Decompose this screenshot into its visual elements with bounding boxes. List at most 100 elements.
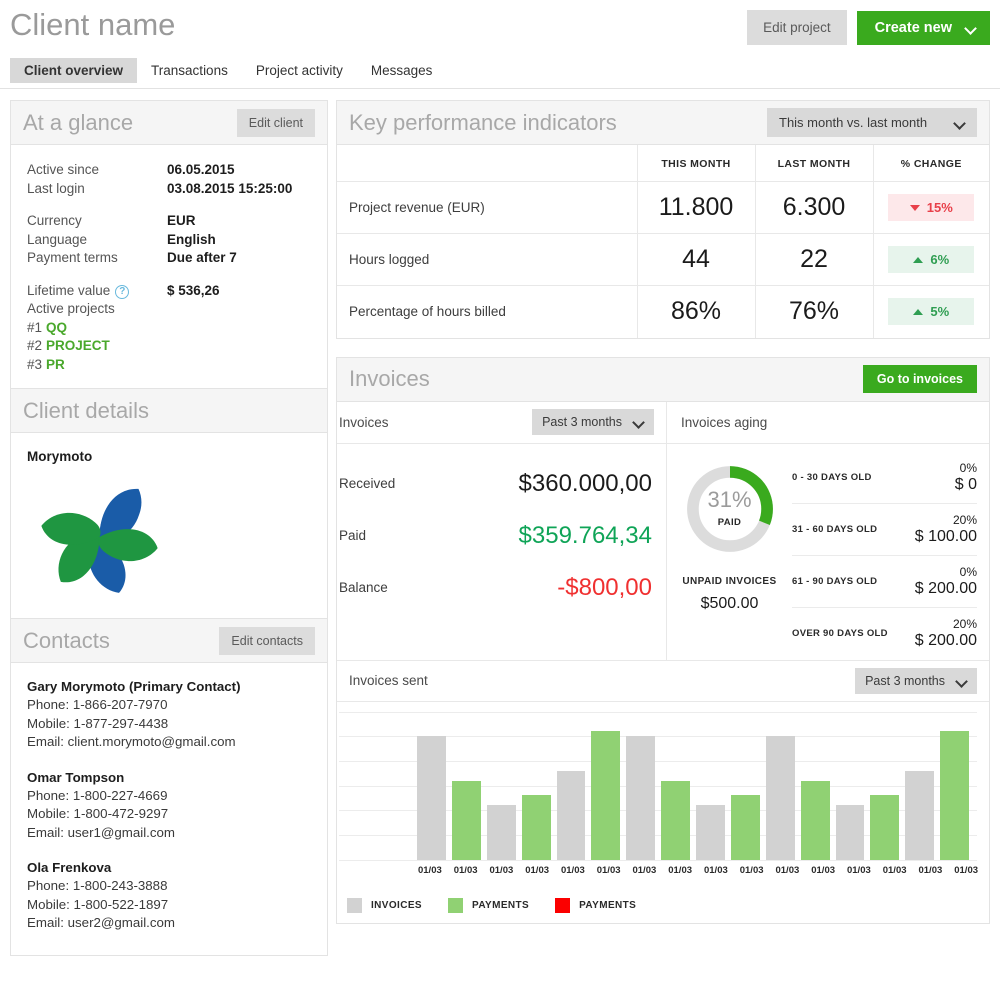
aging-percent: 0% [959,564,977,579]
project-row: #2 PROJECT [27,337,311,356]
invoices-subheader: Invoices Past 3 months [337,402,666,444]
at-a-glance-title: At a glance [23,109,134,135]
chart-bar [765,736,795,860]
project-link[interactable]: PROJECT [46,338,110,353]
chart-bar [940,731,969,860]
chart-x-label: 01/03 [954,864,979,876]
paid-donut: 31% PAID UNPAID INVOICES $500.00 [667,452,792,660]
project-link[interactable]: PR [46,357,65,372]
kpi-row-label: Percentage of hours billed [349,304,506,320]
kpi-col-last-month: LAST MONTH [754,145,873,182]
go-to-invoices-button[interactable]: Go to invoices [862,365,977,393]
invoices-sub-label: Invoices [339,414,389,430]
chart-x-label: 01/03 [811,864,836,876]
kpi-period-select[interactable]: This month vs. last month [767,108,977,137]
chevron-down-icon [957,676,967,686]
contact-phone: Phone: 1-800-243-3888 [27,878,168,893]
kpi-table: THIS MONTH LAST MONTH % CHANGE Project r… [337,145,989,338]
kpi-header-row: THIS MONTH LAST MONTH % CHANGE [337,145,989,182]
chart-bar [451,780,481,860]
aging-bucket-values: 20% $ 100.00 [915,513,977,546]
edit-contacts-button[interactable]: Edit contacts [219,626,315,655]
legend-swatch-icon [347,897,362,913]
chart-bar [905,770,935,860]
left-column: At a glance Edit client Active since 06.… [10,100,328,956]
chart-x-labels: 01/03 01/03 01/03 01/03 01/03 01/03 01/03 01/03… [415,865,981,876]
create-new-button[interactable]: Create new [856,10,990,45]
last-login-value: 03.08.2015 15:25:00 [167,180,293,196]
invoices-sent-chart: 01/03 01/03 01/03 01/03 01/03 01/03 01/03 01/03… [337,711,989,892]
edit-client-button[interactable]: Edit client [236,108,315,137]
table-row: Project revenue (EUR) 11.800 6.300 15% [337,181,989,234]
at-a-glance-header: At a glance Edit client [11,101,327,145]
chart-bars [417,712,969,860]
invoices-summary: Invoices Past 3 months Received $360.000… [337,401,667,660]
contacts-header: Contacts Edit contacts [11,619,327,663]
project-link[interactable]: QQ [46,320,67,335]
invoices-title: Invoices [349,366,430,391]
legend-label: PAYMENTS [472,899,530,911]
tab-project-activity[interactable]: Project activity [242,58,357,83]
aging-percent: 20% [952,617,977,631]
kpi-row-label: Hours logged [337,233,637,286]
at-a-glance-body: Active since 06.05.2015 Last login 03.08… [11,145,327,388]
language-label: Language [27,231,88,247]
contact-card: Gary Morymoto (Primary Contact) Phone: 1… [27,677,311,752]
help-icon[interactable]: ? [115,284,130,299]
chart-bar [661,780,690,860]
contact-email: Email: user1@gmail.com [27,824,175,840]
list-item: 31 - 60 DAYS OLD 20% $ 100.00 [792,504,977,556]
kpi-this-month-value: 44 [636,233,755,286]
chart-x-label: 01/03 [560,864,585,876]
currency-label: Currency [27,213,82,228]
aging-content: 31% PAID UNPAID INVOICES $500.00 0 - 30 … [667,444,989,660]
invoices-sent-header: Invoices sent Past 3 months [337,659,989,702]
invoices-period-select[interactable]: Past 3 months [532,409,654,435]
main-tabs: Client overview Transactions Project act… [10,58,446,83]
contact-phone: Phone: 1-866-207-7970 [27,697,168,712]
client-details-panel: Client details Morymoto [10,389,328,619]
kpi-col-change: % CHANGE [872,145,989,182]
chart-legend: INVOICES PAYMENTS PAYMENTS [337,892,989,923]
page-title: Client name [10,7,176,42]
contact-name: Ola Frenkova [27,860,112,875]
received-label: Received [339,476,396,491]
tab-client-overview[interactable]: Client overview [10,58,138,83]
client-details-header: Client details [11,389,327,433]
legend-item-payments-red: PAYMENTS [555,897,636,913]
legend-item-invoices: INVOICES [347,897,422,913]
kpi-change-cell: 5% [872,285,989,338]
kpi-last-month-value: 22 [754,233,873,286]
chart-bar [696,805,725,860]
header-actions: Edit project Create new [747,10,990,45]
project-index: #2 [27,338,43,353]
tab-messages[interactable]: Messages [357,58,447,83]
kpi-panel: Key performance indicators This month vs… [336,100,990,339]
unpaid-invoices-value: $500.00 [700,594,759,612]
project-index: #1 [27,319,43,335]
table-row: Hours logged 44 22 6% [337,233,989,286]
legend-swatch-icon [448,897,463,913]
kpi-col-blank [337,145,637,182]
chart-x-label: 01/03 [846,864,871,876]
paid-value: $359.764,34 [518,521,652,549]
chart-bar [626,736,656,860]
project-index: #3 [27,356,43,372]
glance-row: Payment terms Due after 7 [27,249,311,268]
chart-bar [870,795,900,860]
status-badge: 6% [888,246,975,273]
chart-x-label: 01/03 [668,864,693,876]
chart-bar [800,780,830,860]
glance-row: Active since 06.05.2015 [27,161,311,180]
arrow-down-icon [909,204,920,211]
list-item: OVER 90 DAYS OLD 20% $ 200.00 [792,608,977,660]
glance-row: Last login 03.08.2015 15:25:00 [27,180,311,199]
contact-email: Email: user2@gmail.com [27,915,175,930]
aging-subheader: Invoices aging [667,402,989,444]
tab-transactions[interactable]: Transactions [137,58,242,83]
glance-row: Lifetime value? $ 536,26 [27,282,311,301]
edit-project-button[interactable]: Edit project [747,10,847,45]
invoices-sent-period-select[interactable]: Past 3 months [855,667,977,694]
kpi-change-cell: 15% [872,181,989,234]
at-a-glance-panel: At a glance Edit client Active since 06.… [10,100,328,389]
